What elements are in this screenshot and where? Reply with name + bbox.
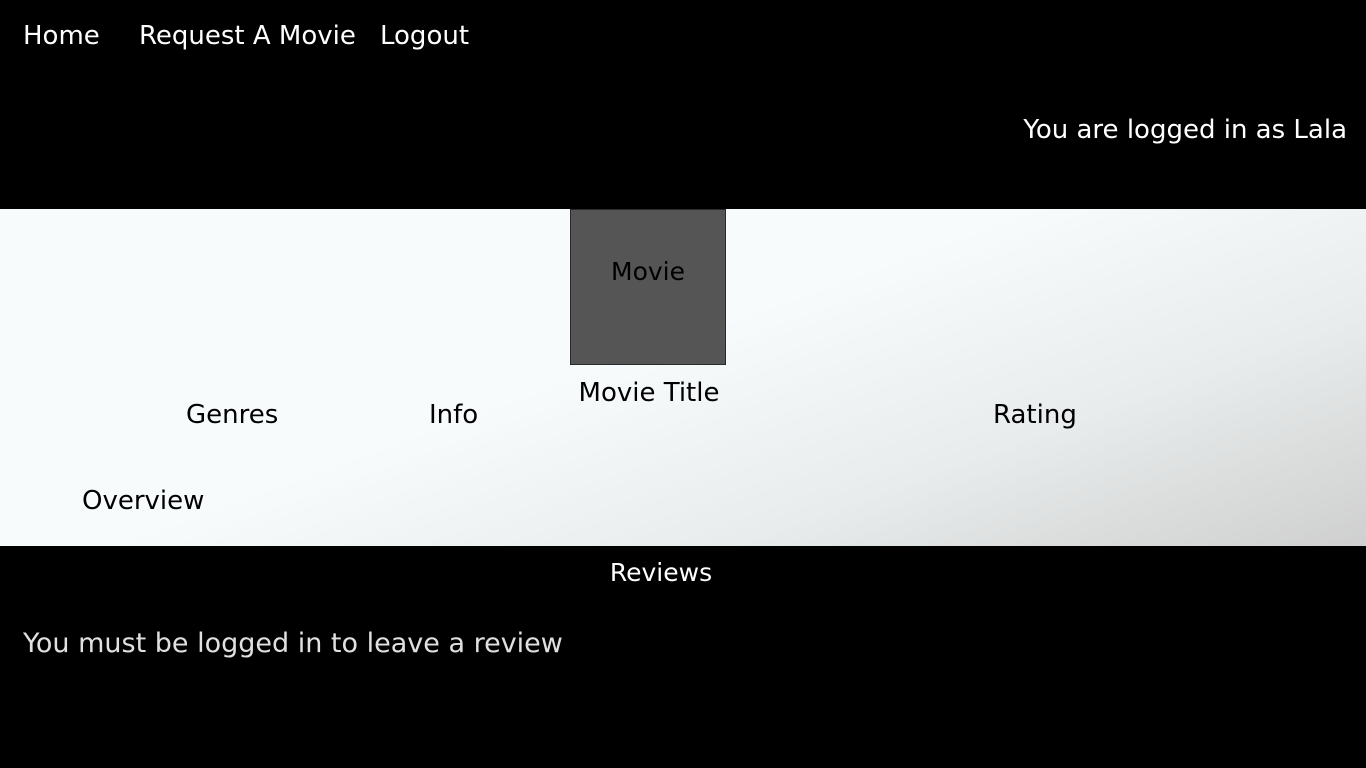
page: Home Request A Movie Logout You are logg… [0, 0, 1366, 768]
review-login-notice: You must be logged in to leave a review [23, 628, 563, 659]
movie-rating: Rating [993, 400, 1077, 430]
movie-info: Info [429, 400, 479, 430]
movie-poster-label: Movie [611, 256, 685, 286]
nav-home-link[interactable]: Home [23, 20, 100, 52]
movie-overview: Overview [82, 486, 205, 516]
movie-details-panel: Movie Movie Title Genres Info Rating Ove… [0, 209, 1366, 546]
movie-title: Movie Title [578, 378, 720, 408]
movie-poster: Movie [570, 209, 726, 365]
nav-logout-link[interactable]: Logout [380, 20, 469, 52]
login-status: You are logged in as Lala [1023, 115, 1347, 145]
nav-request-movie-link[interactable]: Request A Movie [139, 20, 356, 52]
reviews-heading: Reviews [609, 558, 713, 587]
movie-genres: Genres [186, 400, 279, 430]
